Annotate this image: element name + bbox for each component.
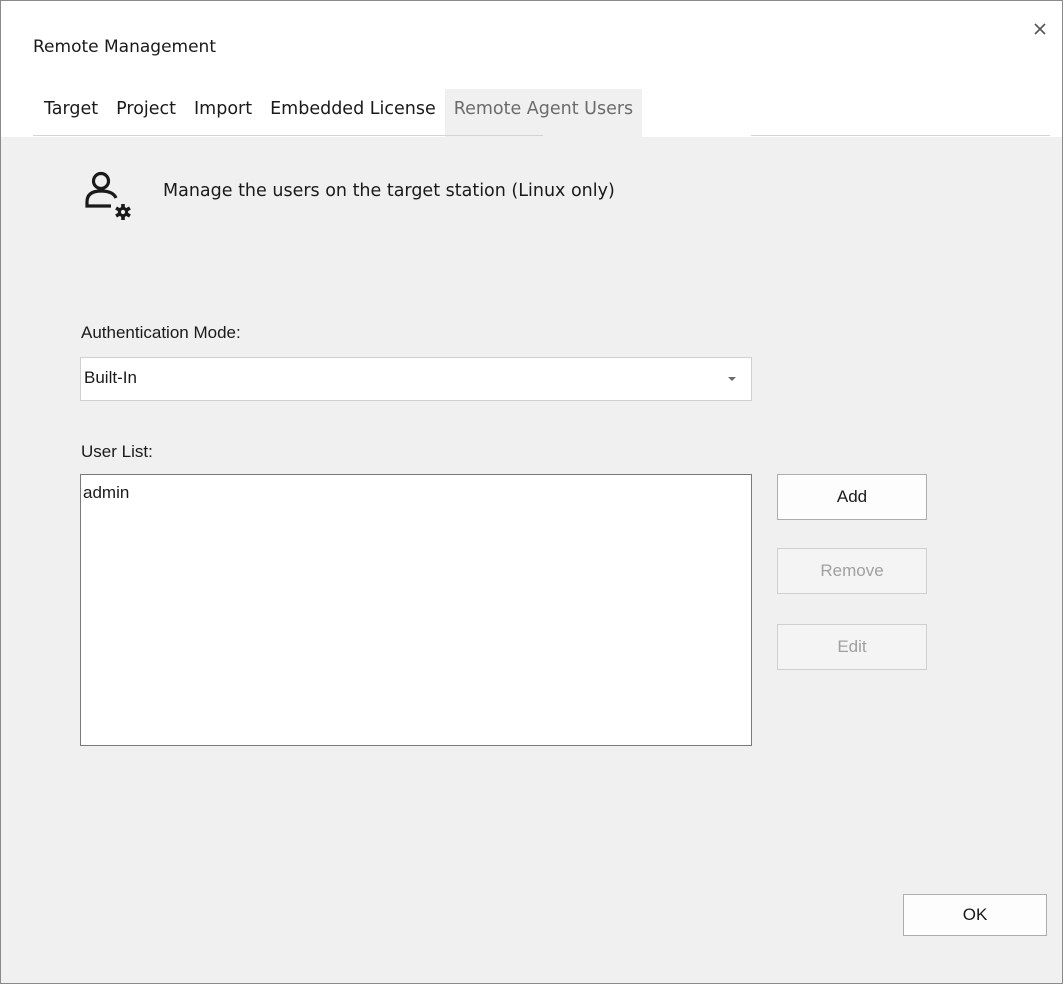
tab-content-remote-agent-users: Manage the users on the target station (… [1,137,1062,983]
tab-target[interactable]: Target [33,89,107,137]
user-list-label: User List: [81,442,153,461]
close-button[interactable] [1026,15,1054,43]
edit-user-button[interactable]: Edit [777,624,927,670]
title-bar: Remote Management [1,1,1062,89]
list-item-user[interactable]: admin [81,475,751,503]
user-list[interactable]: admin [80,474,752,746]
remote-management-dialog: Remote Management Target Project Import … [0,0,1063,984]
tab-import[interactable]: Import [185,89,261,137]
add-user-button[interactable]: Add [777,474,927,520]
tab-strip: Target Project Import Embedded License R… [1,89,1062,201]
page-description: Manage the users on the target station (… [163,181,615,201]
close-icon [1034,23,1046,35]
tab-list: Target Project Import Embedded License R… [33,89,643,137]
tab-remote-agent-users[interactable]: Remote Agent Users [444,89,643,137]
user-gear-icon [85,171,131,220]
tab-project[interactable]: Project [107,89,185,137]
window-title: Remote Management [33,37,216,57]
chevron-down-icon [728,377,736,381]
authentication-mode-select[interactable]: Built-In [80,357,752,401]
authentication-mode-value: Built-In [84,368,137,387]
remove-user-button[interactable]: Remove [777,548,927,594]
ok-button[interactable]: OK [903,894,1047,936]
authentication-mode-label: Authentication Mode: [81,323,241,342]
tab-divider [33,135,543,136]
tab-divider [751,135,1050,136]
tab-embedded-license[interactable]: Embedded License [261,89,445,137]
